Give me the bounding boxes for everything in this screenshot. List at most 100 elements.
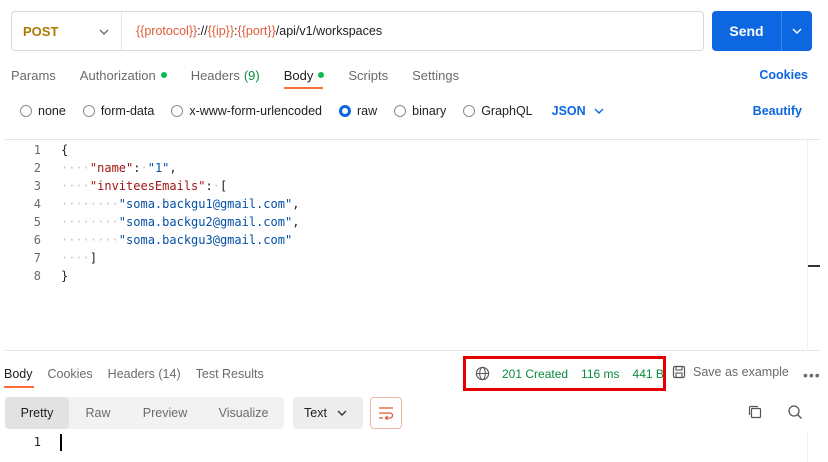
response-tab-count: (14) xyxy=(154,367,181,381)
response-time[interactable]: 116 ms xyxy=(581,367,619,381)
tab-label: Params xyxy=(11,67,56,83)
url-variable: {{ip}} xyxy=(207,24,235,38)
more-options-icon[interactable]: ••• xyxy=(803,367,821,383)
tab-label: Headers xyxy=(190,67,240,83)
code-token: "soma.backgu1@gmail.com" xyxy=(118,197,293,211)
save-as-example-label: Save as example xyxy=(693,365,789,379)
view-tab-pretty[interactable]: Pretty xyxy=(5,397,69,429)
line-number: 6 xyxy=(33,233,41,247)
tab-label: Authorization xyxy=(79,67,156,83)
response-body-editor[interactable]: 1 xyxy=(5,433,820,462)
code-token: ] xyxy=(89,251,98,265)
code-token: , xyxy=(169,161,177,175)
view-tab-preview[interactable]: Preview xyxy=(127,397,203,429)
response-tab-label: Test Results xyxy=(195,367,264,381)
url-input[interactable]: {{protocol}}://{{ip}}:{{port}}/api/v1/wo… xyxy=(122,24,382,38)
body-type-raw[interactable]: raw xyxy=(339,104,377,118)
text-cursor xyxy=(60,434,62,451)
response-tab-label: Body xyxy=(4,367,33,381)
code-token: ···· xyxy=(61,251,90,265)
line-number: 4 xyxy=(33,197,41,211)
chevron-down-icon xyxy=(594,108,604,114)
tab-authorization[interactable]: Authorization xyxy=(80,68,167,83)
request-tabs: Params Authorization Headers (9) Body Scripts… xyxy=(11,66,483,84)
code-text: ····] xyxy=(61,251,97,265)
response-size[interactable]: 441 B xyxy=(633,367,664,381)
radio-icon xyxy=(20,105,32,117)
body-type-form-data[interactable]: form-data xyxy=(82,104,154,118)
code-line: 6 ········"soma.backgu3@gmail.com" xyxy=(5,231,820,249)
line-number: 7 xyxy=(33,251,41,265)
body-type-label: binary xyxy=(412,104,447,118)
code-text: { xyxy=(61,143,68,157)
body-type-options: none form-data x-www-form-urlencoded raw bin… xyxy=(20,102,604,120)
body-type-label: raw xyxy=(357,104,378,118)
body-type-label: GraphQL xyxy=(481,104,533,118)
code-token: [ xyxy=(219,179,228,193)
view-tab-visualize[interactable]: Visualize xyxy=(203,397,284,429)
chevron-down-icon xyxy=(792,28,802,34)
response-tab-label: Cookies xyxy=(47,367,93,381)
code-token: : xyxy=(133,161,141,175)
globe-icon[interactable] xyxy=(475,366,490,381)
code-token: : xyxy=(205,179,213,193)
method-select[interactable]: POST xyxy=(12,12,122,50)
response-active-tab-indicator xyxy=(4,386,34,388)
wrap-lines-button[interactable] xyxy=(370,397,402,429)
status-code[interactable]: 201 Created xyxy=(502,367,568,381)
body-type-x-www-form-urlencoded[interactable]: x-www-form-urlencoded xyxy=(171,104,322,118)
code-token: { xyxy=(61,143,69,157)
view-tab-raw[interactable]: Raw xyxy=(69,397,127,429)
line-number: 2 xyxy=(33,161,41,175)
beautify-link[interactable]: Beautify xyxy=(753,104,802,118)
tab-scripts[interactable]: Scripts xyxy=(348,68,388,83)
code-token: "soma.backgu2@gmail.com" xyxy=(118,215,293,229)
code-line: 4 ········"soma.backgu1@gmail.com", xyxy=(5,195,820,213)
body-format-select[interactable]: JSON xyxy=(552,104,604,118)
tab-body[interactable]: Body xyxy=(284,68,325,83)
code-line: 2 ····"name":·"1", xyxy=(5,159,820,177)
response-format-select[interactable]: Text xyxy=(293,397,363,429)
radio-icon xyxy=(82,105,95,117)
tab-params[interactable]: Params xyxy=(11,68,56,83)
cookies-link[interactable]: Cookies xyxy=(759,68,808,82)
body-type-none[interactable]: none xyxy=(20,104,66,118)
radio-icon xyxy=(463,105,476,117)
response-tab-cookies[interactable]: Cookies xyxy=(48,367,93,381)
code-text: ········"soma.backgu2@gmail.com", xyxy=(61,215,299,229)
tab-label: Scripts xyxy=(348,67,389,83)
response-tab-label: Headers xyxy=(107,367,155,381)
send-button-group: Send xyxy=(712,11,812,51)
send-button[interactable]: Send xyxy=(712,11,782,51)
code-token: "name" xyxy=(89,161,134,175)
url-bar: POST {{protocol}}://{{ip}}:{{port}}/api/… xyxy=(11,11,704,51)
body-type-graphql[interactable]: GraphQL xyxy=(463,104,533,118)
tab-settings[interactable]: Settings xyxy=(412,68,459,83)
body-type-binary[interactable]: binary xyxy=(394,104,446,118)
code-token: "1" xyxy=(147,161,170,175)
response-tab-test-results[interactable]: Test Results xyxy=(196,367,264,381)
send-dropdown-button[interactable] xyxy=(782,11,812,51)
code-token: } xyxy=(61,269,69,283)
search-icon[interactable] xyxy=(787,404,803,423)
radio-icon xyxy=(394,105,407,117)
code-token: ········ xyxy=(61,197,119,211)
response-status-box: 201 Created 116 ms 441 B xyxy=(463,356,666,391)
code-token: ···· xyxy=(61,161,90,175)
tab-count: (9) xyxy=(243,67,260,83)
save-as-example-button[interactable]: Save as example xyxy=(672,365,789,379)
response-tab-headers[interactable]: Headers (14) xyxy=(108,367,181,381)
response-tab-body[interactable]: Body xyxy=(4,367,33,381)
chevron-down-icon xyxy=(99,29,109,35)
code-line: 5 ········"soma.backgu2@gmail.com", xyxy=(5,213,820,231)
wrap-lines-icon xyxy=(379,407,394,420)
code-token: ········ xyxy=(61,233,119,247)
copy-icon[interactable] xyxy=(747,404,763,423)
tab-label: Body xyxy=(283,67,314,83)
tab-label: Settings xyxy=(412,67,460,83)
request-body-editor[interactable]: 1{2 ····"name":·"1", 3 ····"inviteesEmails"… xyxy=(5,139,820,351)
response-scrollbar-track xyxy=(807,433,808,462)
tab-headers[interactable]: Headers (9) xyxy=(191,68,260,83)
status-dot-icon xyxy=(318,72,325,78)
radio-icon xyxy=(339,105,351,117)
